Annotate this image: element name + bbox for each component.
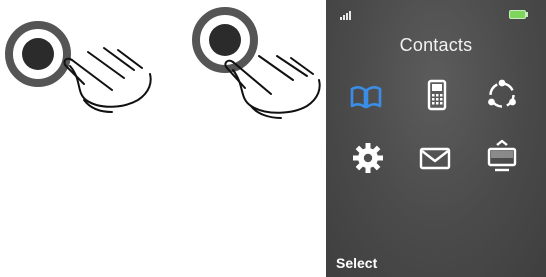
- tap-gesture-illustration-2: [175, 0, 345, 140]
- illustration-canvas: Contacts Select: [0, 0, 546, 277]
- network-icon[interactable]: [485, 78, 519, 112]
- signal-strength-icon: [340, 10, 356, 20]
- display-tv-icon[interactable]: [485, 139, 519, 173]
- tap-gesture-icon: [192, 7, 321, 119]
- screen-title: Contacts: [399, 35, 473, 55]
- select-soft-key[interactable]: Select: [336, 255, 377, 271]
- phonebook-icon[interactable]: [349, 80, 383, 114]
- messages-envelope-icon[interactable]: [418, 141, 452, 175]
- tap-gesture-illustration-1: [0, 0, 170, 140]
- phone-screen: Contacts Select: [326, 0, 546, 277]
- status-bar: [326, 0, 546, 24]
- settings-gear-icon[interactable]: [351, 141, 385, 175]
- mobile-phone-icon[interactable]: [420, 78, 454, 112]
- battery-icon: [509, 10, 529, 20]
- soft-key-bar: Select: [326, 251, 546, 277]
- tap-gesture-icon: [5, 21, 152, 113]
